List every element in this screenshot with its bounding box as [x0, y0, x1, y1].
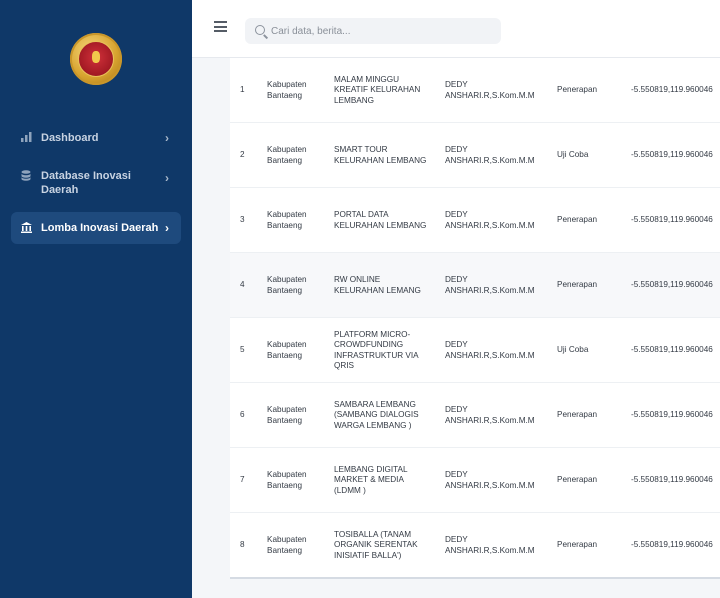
row-coordinates: -5.550819,119.960046 — [631, 280, 713, 290]
row-innovation-name: TOSIBALLA (TANAM ORGANIK SERENTAK INISIA… — [334, 529, 418, 560]
search-icon — [255, 25, 265, 35]
row-number: 7 — [240, 475, 245, 485]
row-author: DEDY ANSHARI.R,S.Kom.M.M — [445, 210, 535, 230]
table-row[interactable]: 4 Kabupaten Bantaeng RW ONLINE KELURAHAN… — [230, 253, 720, 318]
row-coordinates: -5.550819,119.960046 — [631, 85, 713, 95]
row-stage: Penerapan — [557, 85, 598, 95]
row-number: 3 — [240, 215, 245, 225]
sidebar-item-lomba[interactable]: Lomba Inovasi Daerah › — [11, 212, 181, 244]
row-region: Kabupaten Bantaeng — [267, 145, 307, 165]
sidebar-item-label: Database Inovasi Daerah — [41, 170, 131, 196]
menu-icon[interactable] — [214, 21, 227, 32]
table-bottom-border — [230, 577, 720, 579]
table-row[interactable]: 6 Kabupaten Bantaeng SAMBARA LEMBANG (SA… — [230, 383, 720, 448]
table-row[interactable]: 3 Kabupaten Bantaeng PORTAL DATA KELURAH… — [230, 188, 720, 253]
row-author: DEDY ANSHARI.R,S.Kom.M.M — [445, 535, 535, 555]
row-innovation-name: MALAM MINGGU KREATIF KELURAHAN LEMBANG — [334, 74, 421, 105]
row-coordinates: -5.550819,119.960046 — [631, 150, 713, 160]
row-region: Kabupaten Bantaeng — [267, 405, 307, 425]
sidebar: Dashboard › Database Inovasi Daerah › Lo… — [0, 0, 192, 598]
row-innovation-name: SAMBARA LEMBANG (SAMBANG DIALOGIS WARGA … — [334, 399, 419, 430]
row-author: DEDY ANSHARI.R,S.Kom.M.M — [445, 340, 535, 360]
row-number: 6 — [240, 410, 245, 420]
table-row[interactable]: 5 Kabupaten Bantaeng PLATFORM MICRO-CROW… — [230, 318, 720, 383]
row-region: Kabupaten Bantaeng — [267, 80, 307, 100]
row-coordinates: -5.550819,119.960046 — [631, 540, 713, 550]
bank-icon — [21, 222, 41, 237]
row-innovation-name: SMART TOUR KELURAHAN LEMBANG — [334, 145, 427, 165]
row-stage: Penerapan — [557, 540, 598, 550]
chevron-right-icon: › — [165, 221, 169, 235]
row-author: DEDY ANSHARI.R,S.Kom.M.M — [445, 470, 535, 490]
row-innovation-name: RW ONLINE KELURAHAN LEMANG — [334, 275, 421, 295]
row-author: DEDY ANSHARI.R,S.Kom.M.M — [445, 145, 535, 165]
row-author: DEDY ANSHARI.R,S.Kom.M.M — [445, 80, 535, 100]
row-stage: Penerapan — [557, 280, 598, 290]
row-number: 8 — [240, 540, 245, 550]
row-region: Kabupaten Bantaeng — [267, 340, 307, 360]
top-bar — [192, 0, 720, 58]
row-stage: Penerapan — [557, 215, 598, 225]
sidebar-item-database[interactable]: Database Inovasi Daerah › — [11, 169, 181, 197]
emblem-icon — [78, 41, 114, 77]
chevron-right-icon: › — [165, 131, 169, 145]
sidebar-item-label: Dashboard — [41, 132, 99, 144]
table-row[interactable]: 2 Kabupaten Bantaeng SMART TOUR KELURAHA… — [230, 123, 720, 188]
chevron-right-icon: › — [165, 171, 169, 185]
row-innovation-name: PORTAL DATA KELURAHAN LEMBANG — [334, 210, 427, 230]
row-stage: Uji Coba — [557, 150, 589, 160]
row-coordinates: -5.550819,119.960046 — [631, 215, 713, 225]
row-coordinates: -5.550819,119.960046 — [631, 345, 713, 355]
bar-chart-icon — [21, 132, 41, 146]
row-stage: Penerapan — [557, 410, 598, 420]
sidebar-item-label: Lomba Inovasi Daerah — [41, 222, 159, 234]
row-number: 1 — [240, 85, 245, 95]
app-logo[interactable] — [70, 33, 122, 85]
row-region: Kabupaten Bantaeng — [267, 470, 307, 490]
database-icon — [21, 170, 41, 185]
row-region: Kabupaten Bantaeng — [267, 275, 307, 295]
row-region: Kabupaten Bantaeng — [267, 210, 307, 230]
row-number: 5 — [240, 345, 245, 355]
search-input[interactable] — [271, 18, 491, 44]
row-coordinates: -5.550819,119.960046 — [631, 410, 713, 420]
row-stage: Uji Coba — [557, 345, 589, 355]
sidebar-item-dashboard[interactable]: Dashboard › — [11, 131, 181, 146]
row-region: Kabupaten Bantaeng — [267, 535, 307, 555]
innovation-table: 1 Kabupaten Bantaeng MALAM MINGGU KREATI… — [230, 58, 720, 578]
row-innovation-name: LEMBANG DIGITAL MARKET & MEDIA (LDMM ) — [334, 464, 408, 495]
table-row[interactable]: 7 Kabupaten Bantaeng LEMBANG DIGITAL MAR… — [230, 448, 720, 513]
row-number: 4 — [240, 280, 245, 290]
row-stage: Penerapan — [557, 475, 598, 485]
search-box — [245, 18, 501, 44]
table-row[interactable]: 8 Kabupaten Bantaeng TOSIBALLA (TANAM OR… — [230, 513, 720, 578]
row-innovation-name: PLATFORM MICRO-CROWDFUNDING INFRASTRUKTU… — [334, 329, 419, 370]
row-author: DEDY ANSHARI.R,S.Kom.M.M — [445, 405, 535, 425]
row-author: DEDY ANSHARI.R,S.Kom.M.M — [445, 275, 535, 295]
row-number: 2 — [240, 150, 245, 160]
row-coordinates: -5.550819,119.960046 — [631, 475, 713, 485]
table-row[interactable]: 1 Kabupaten Bantaeng MALAM MINGGU KREATI… — [230, 58, 720, 123]
